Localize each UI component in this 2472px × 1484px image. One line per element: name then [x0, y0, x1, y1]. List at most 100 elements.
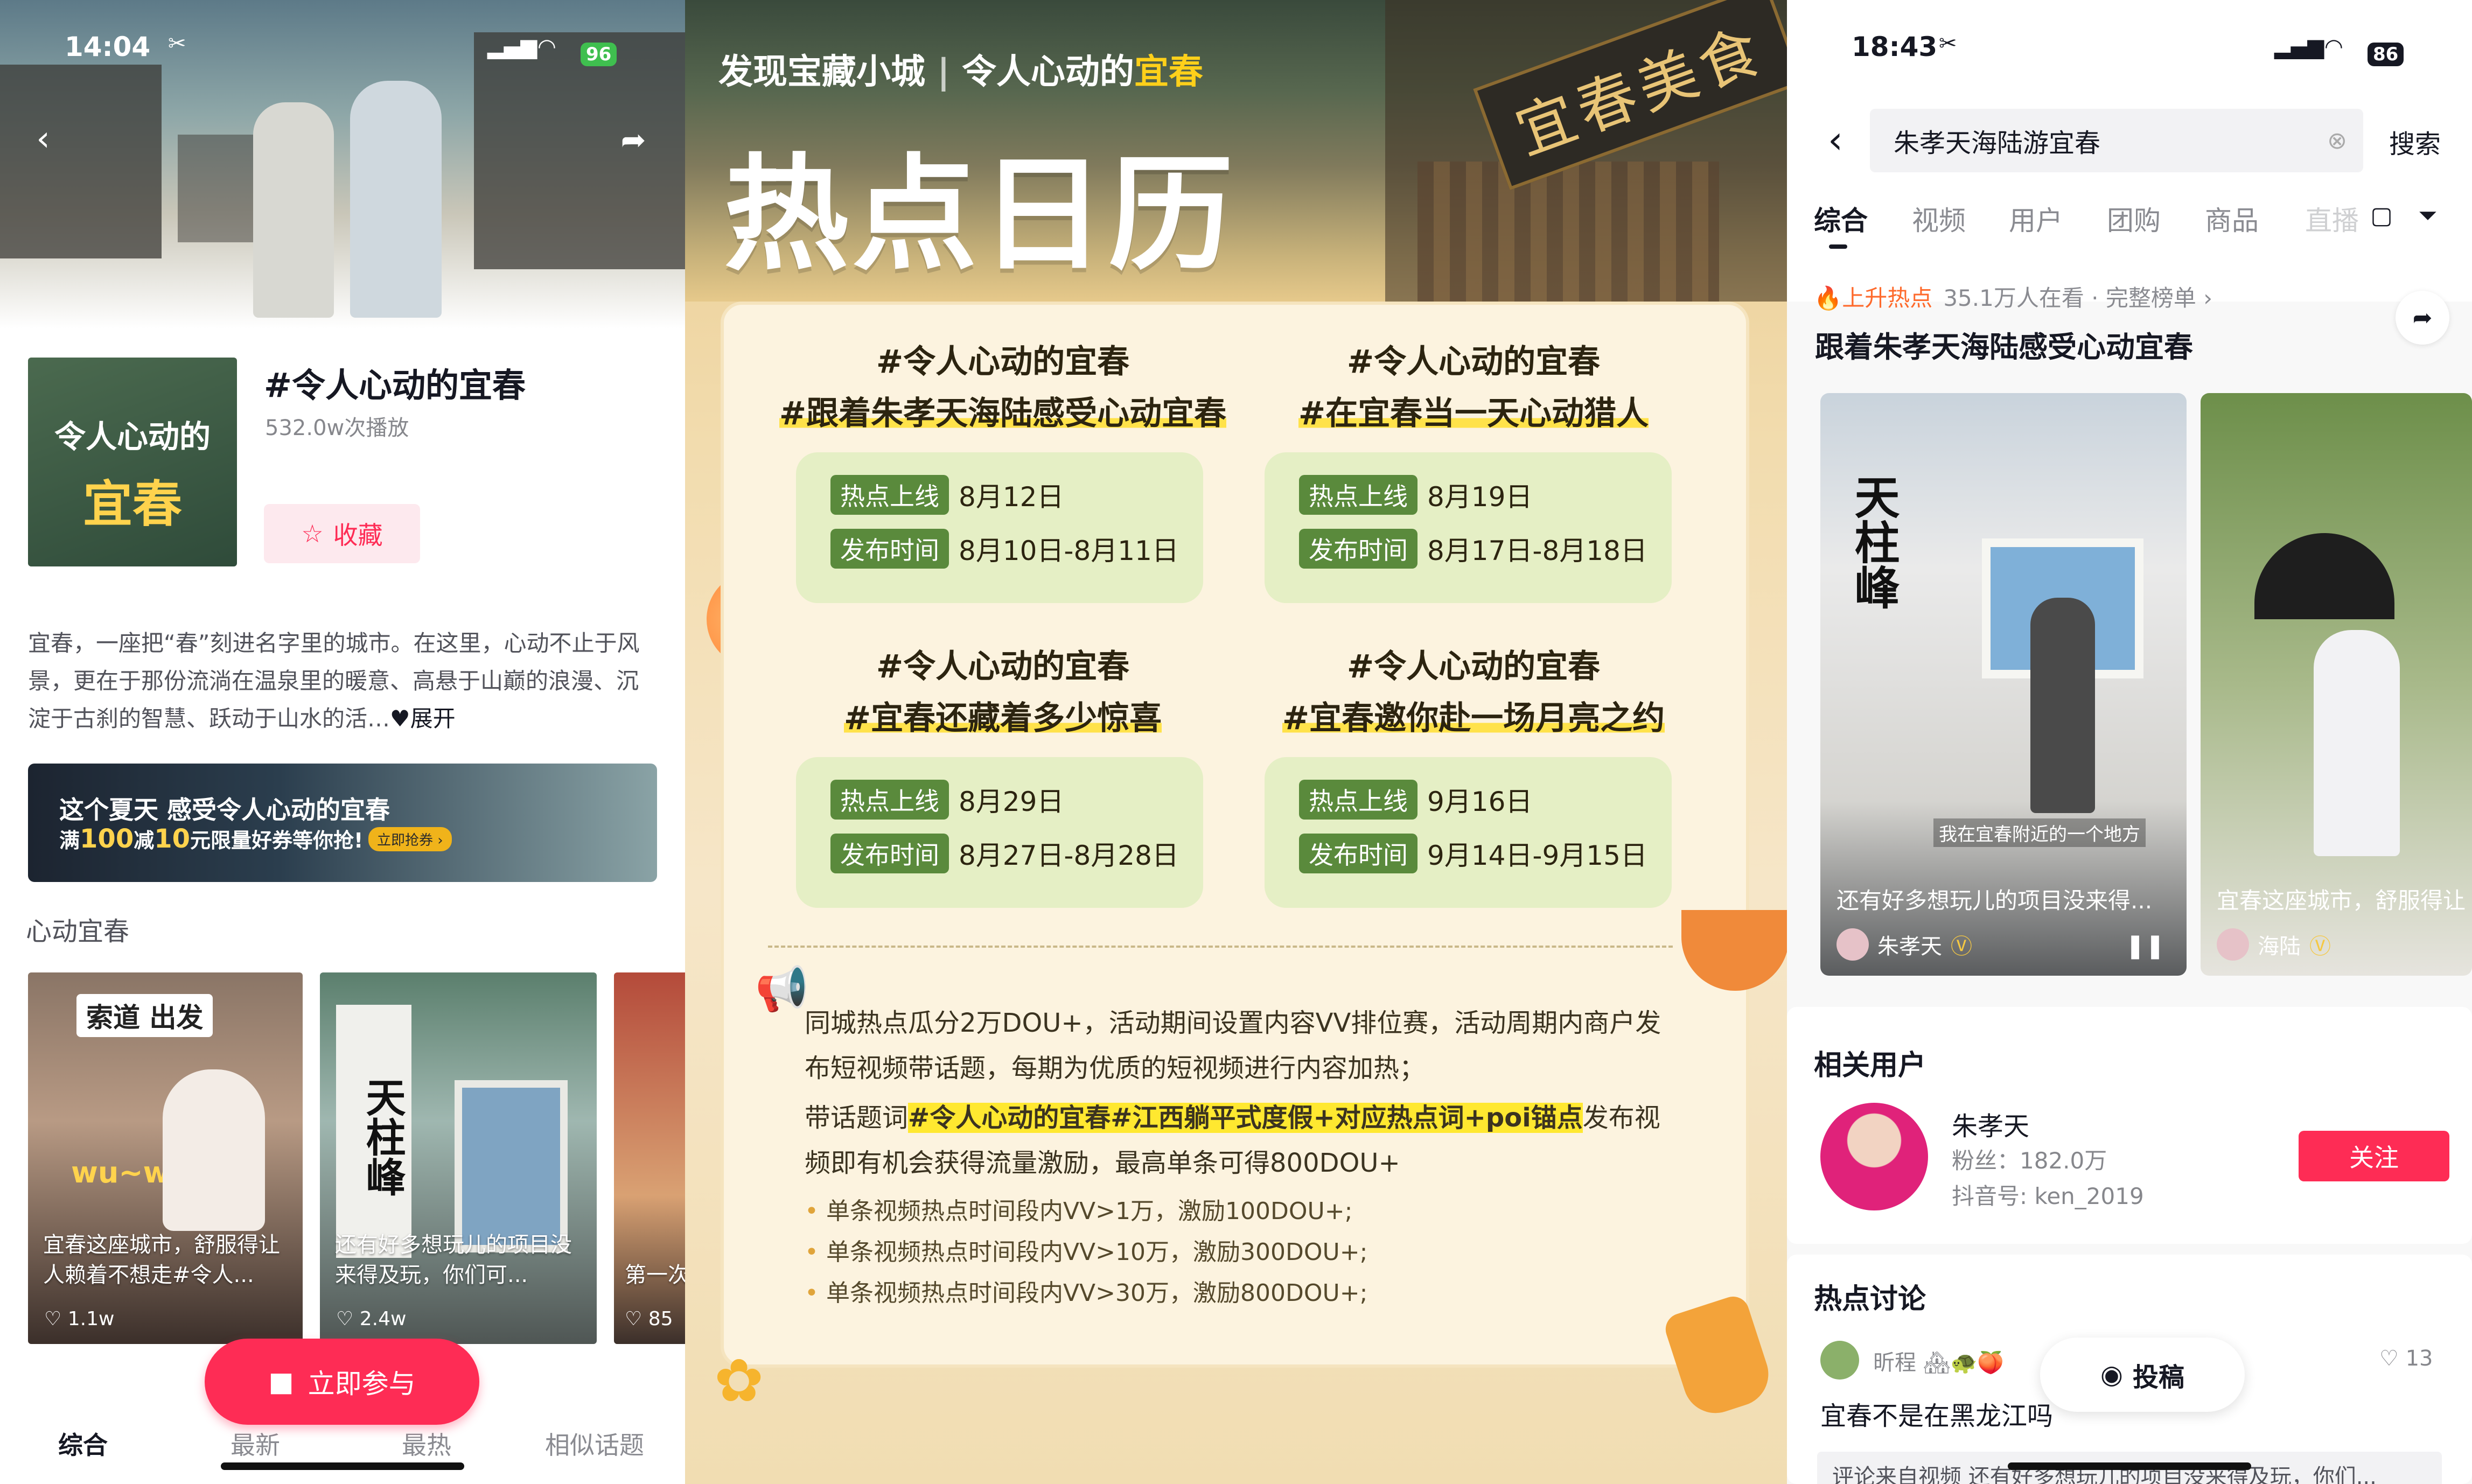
wifi-icon: ◠	[2326, 34, 2342, 59]
status-tools-icon: ✂	[168, 31, 186, 56]
hot-trend-meta[interactable]: 🔥上升热点 35.1万人在看 · 完整榜单 ›	[1814, 280, 2212, 313]
search-button[interactable]: 搜索	[2389, 123, 2441, 160]
frame-figure	[455, 1080, 568, 1252]
rules-paragraph2: 带话题词#令人心动的宜春#江西躺平式度假+对应热点词+poi锚点发布视频即有机会…	[805, 1103, 1660, 1178]
video-likes: ♡ 1.1w	[44, 1308, 115, 1330]
person-figure	[253, 102, 334, 318]
publish-date: 9月14日-9月15日	[1427, 840, 1647, 871]
topic-info-box: 热点上线 8月29日 发布时间 8月27日-8月28日	[796, 757, 1203, 908]
publish-date: 8月27日-8月28日	[959, 840, 1179, 871]
banner-grab-button[interactable]: 立即抢券 ›	[368, 827, 452, 851]
avatar[interactable]	[1820, 1341, 1859, 1380]
discuss-text[interactable]: 宜春不是在黑龙江吗	[1820, 1395, 2053, 1432]
online-label: 热点上线	[830, 475, 949, 515]
publish-label: 发布时间	[1299, 529, 1417, 569]
share-icon[interactable]: ➦	[612, 118, 655, 162]
home-indicator	[2008, 1462, 2251, 1470]
tab-video[interactable]: 视频	[1912, 199, 1966, 238]
video-author[interactable]: 朱孝天 Ⓥ	[1836, 928, 1972, 961]
back-icon[interactable]: ‹	[1814, 118, 1857, 162]
topic-block: #令人心动的宜春 #跟着朱孝天海陆感受心动宜春	[760, 336, 1245, 439]
online-date: 8月12日	[959, 481, 1064, 513]
emoji-icons: 🏘🐢🍑	[1923, 1350, 2005, 1375]
topic-block: #令人心动的宜春 #在宜春当一天心动猎人	[1231, 336, 1716, 439]
video-caption: 还有好多想玩儿的项目没来得...	[1836, 887, 2153, 914]
user-fans: 粉丝：182.0万	[1952, 1147, 2107, 1174]
tab-products[interactable]: 商品	[2205, 199, 2259, 238]
avatar	[1836, 928, 1869, 961]
publish-date: 8月17日-8月18日	[1427, 535, 1647, 566]
status-time: 18:43	[1852, 31, 1938, 62]
video-caption: 宜春这座城市，舒服得让	[2217, 887, 2466, 914]
coupon-banner[interactable]: 这个夏天 感受令人心动的宜春 满100减10元限量好券等你抢! 立即抢券 ›	[28, 764, 657, 882]
tab-latest[interactable]: 最新	[231, 1426, 280, 1461]
back-icon[interactable]: ‹	[22, 117, 65, 160]
video-card[interactable]: 天柱峰 我在宜春附近的一个地方 还有好多想玩儿的项目没来得... 朱孝天 Ⓥ ❚❚	[1820, 393, 2187, 976]
hot-title[interactable]: 跟着朱孝天海陆感受心动宜春	[1815, 323, 2193, 366]
video-card[interactable]: 天柱峰 还有好多想玩儿的项目没来得及玩，你们可... ♡ 2.4w	[320, 972, 597, 1344]
discuss-likes[interactable]: ♡ 13	[2379, 1346, 2433, 1371]
video-author[interactable]: 海陆 Ⓥ	[2217, 928, 2331, 961]
tab-similar[interactable]: 相似话题	[545, 1426, 644, 1461]
tab-indicator	[1829, 244, 1847, 249]
user-avatar[interactable]	[1820, 1103, 1928, 1210]
topic-tag2: #宜春还藏着多少惊喜	[843, 699, 1162, 737]
favorite-button[interactable]: ☆ 收藏	[264, 504, 420, 563]
clear-icon[interactable]: ⊗	[2327, 127, 2347, 155]
join-button[interactable]: ■ 立即参与	[205, 1339, 479, 1425]
copy-icon[interactable]: ▢	[2365, 199, 2398, 232]
share-icon[interactable]: ➦	[2396, 291, 2449, 345]
description-text: 宜春，一座把“春”刻进名字里的城市。在这里，心动不止于风景，更在于那份流淌在温泉…	[28, 630, 640, 732]
video-card[interactable]: 索道 出发 wu~wu~ 宜春这座城市，舒服得让人赖着不想走#令人... ♡ 1…	[28, 972, 303, 1344]
home-indicator	[221, 1462, 464, 1470]
heart-icon: ♡	[625, 1308, 643, 1330]
online-date: 8月29日	[959, 786, 1064, 817]
filter-icon[interactable]: ⏷	[2412, 199, 2444, 232]
post-button[interactable]: ◉ 投稿	[2040, 1338, 2245, 1412]
post-label: 投稿	[2132, 1362, 2184, 1392]
favorite-label: 收藏	[333, 521, 383, 550]
rules-paragraph1: 同城热点瓜分2万DOU+，活动期间设置内容VV排位赛，活动周期内商户发布短视频带…	[805, 1008, 1661, 1083]
tab-live[interactable]: 直播	[2305, 199, 2359, 238]
follow-button[interactable]: 关注	[2299, 1131, 2449, 1181]
topic-tag2: #跟着朱孝天海陆感受心动宜春	[779, 395, 1227, 432]
video-caption: 还有好多想玩儿的项目没来得及玩，你们可...	[335, 1233, 572, 1287]
battery-level: 86	[2368, 43, 2404, 66]
section-title: 相关用户	[1814, 1049, 1926, 1082]
rules-list: 单条视频热点时间段内VV>1万，激励100DOU+; 单条视频热点时间段内VV>…	[805, 1191, 1677, 1314]
tab-users[interactable]: 用户	[2009, 199, 2063, 238]
discuss-user[interactable]: 昕程 🏘🐢🍑	[1873, 1345, 2004, 1376]
rules-text: 同城热点瓜分2万DOU+，活动期间设置内容VV排位赛，活动周期内商户发布短视频带…	[805, 1000, 1677, 1314]
status-tools-icon: ✂	[1939, 31, 1957, 56]
search-results-panel: 18:43 ✂ ▂▄▆ ◠ 86 ‹ 朱孝天海陆游宜春 ⊗ 搜索 综合 视频 用户…	[1787, 0, 2472, 1484]
topic-title: #令人心动的宜春	[264, 366, 526, 405]
topic-tag1: #令人心动的宜春	[1346, 648, 1601, 685]
topic-block: #令人心动的宜春 #宜春邀你赴一场月亮之约	[1231, 641, 1716, 744]
tab-hottest[interactable]: 最热	[402, 1426, 451, 1461]
rules-item: 单条视频热点时间段内VV>10万，激励300DOU+;	[805, 1232, 1677, 1273]
divider	[768, 946, 1673, 948]
video-caption: 宜春这座城市，舒服得让人赖着不想走#令人...	[43, 1233, 280, 1287]
tab-all[interactable]: 综合	[58, 1426, 108, 1461]
expand-link[interactable]: ♥展开	[390, 705, 456, 732]
rules-item: 单条视频热点时间段内VV>30万，激励800DOU+;	[805, 1273, 1677, 1314]
tab-all[interactable]: 综合	[1814, 199, 1868, 238]
cover-line1: 令人心动的	[54, 418, 211, 455]
megaphone-icon: 📢	[755, 964, 809, 1014]
user-name[interactable]: 朱孝天	[1952, 1105, 2029, 1143]
flower-icon: ✿	[714, 1346, 764, 1415]
star-icon: ☆	[301, 519, 324, 548]
user-id: 抖音号: ken_2019	[1952, 1183, 2144, 1209]
topic-tag2: #宜春邀你赴一场月亮之约	[1282, 699, 1665, 737]
search-input[interactable]: 朱孝天海陆游宜春 ⊗	[1870, 109, 2363, 172]
online-label: 热点上线	[1299, 475, 1417, 515]
tab-groupbuy[interactable]: 团购	[2107, 199, 2161, 238]
signal-icon: ▂▄▆	[2274, 34, 2324, 59]
video-location: 我在宜春附近的一个地方	[1933, 818, 2146, 847]
person-figure	[350, 81, 442, 318]
video-card[interactable]: 第一次是蛮神 ♡ 85	[614, 972, 685, 1344]
video-likes: ♡ 2.4w	[336, 1308, 407, 1330]
pause-icon[interactable]: ❚❚	[2125, 932, 2165, 960]
topic-cover: 令人心动的 宜春	[28, 358, 237, 566]
video-card[interactable]: 宜春这座城市，舒服得让 海陆 Ⓥ	[2201, 393, 2472, 976]
